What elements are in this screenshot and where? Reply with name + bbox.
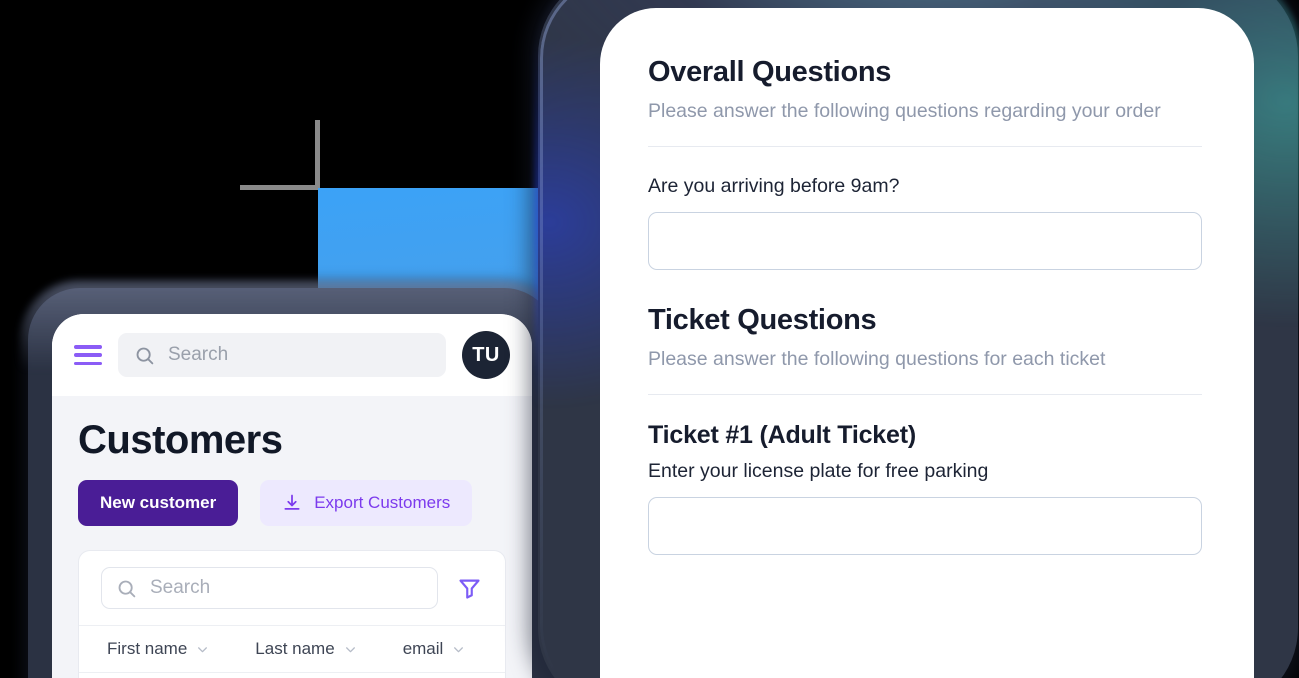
table-column-label: First name — [107, 639, 188, 658]
chevron-down-icon — [198, 646, 208, 652]
customers-actions: New customer Export Customers — [78, 480, 506, 526]
crosshair-marker — [240, 120, 320, 190]
ticket-1-heading: Ticket #1 (Adult Ticket) — [648, 421, 916, 450]
customers-screen: Search TU Customers New customer Export … — [52, 314, 532, 678]
customers-body: Customers New customer Export Customers — [52, 396, 532, 678]
search-icon — [118, 580, 136, 597]
table-header-row: First name Last name email — [79, 625, 505, 672]
overall-question-input[interactable] — [648, 212, 1202, 271]
hamburger-menu-icon[interactable] — [74, 345, 102, 365]
global-search-input[interactable]: Search — [118, 333, 446, 377]
phone-mockup-questions: Overall Questions Please answer the foll… — [534, 0, 1299, 678]
avatar[interactable]: TU — [462, 331, 510, 379]
customers-table: Search First name Last name email — [78, 550, 506, 678]
crosshair-vertical-line — [315, 120, 320, 190]
page-title: Customers — [78, 418, 283, 462]
section-divider — [648, 394, 1202, 396]
search-icon — [136, 347, 154, 364]
overall-questions-subtitle: Please answer the following questions re… — [648, 100, 1161, 122]
ticket-questions-subtitle: Please answer the following questions fo… — [648, 348, 1106, 371]
table-row — [79, 672, 505, 678]
phone-mockup-customers: Search TU Customers New customer Export … — [28, 288, 556, 678]
table-column-label: Last name — [255, 639, 335, 658]
overall-question-label: Are you arriving before 9am? — [648, 175, 900, 198]
ticket-questions-title: Ticket Questions — [648, 304, 877, 337]
filter-funnel-icon[interactable] — [456, 575, 483, 602]
customers-topbar: Search TU — [52, 314, 532, 396]
table-toolbar: Search — [79, 551, 505, 625]
chevron-down-icon — [345, 646, 355, 652]
table-column-last-name[interactable]: Last name — [255, 639, 356, 659]
table-column-first-name[interactable]: First name — [107, 639, 209, 659]
composition-stage: Search TU Customers New customer Export … — [0, 0, 1299, 678]
overall-questions-title: Overall Questions — [648, 56, 892, 88]
new-customer-button[interactable]: New customer — [78, 480, 239, 526]
table-search-input[interactable]: Search — [101, 567, 438, 609]
download-icon — [284, 494, 300, 510]
table-column-label: email — [402, 639, 444, 658]
ticket-1-question-label: Enter your license plate for free parkin… — [648, 460, 989, 483]
section-divider — [648, 146, 1202, 148]
export-customers-button[interactable]: Export Customers — [260, 480, 473, 526]
crosshair-horizontal-line — [240, 185, 320, 190]
questions-screen: Overall Questions Please answer the foll… — [600, 8, 1254, 678]
table-column-email[interactable]: email — [403, 639, 466, 659]
global-search-placeholder: Search — [168, 344, 229, 365]
ticket-1-license-plate-input[interactable] — [648, 497, 1202, 556]
chevron-down-icon — [454, 646, 464, 652]
export-customers-label: Export Customers — [314, 493, 451, 512]
table-search-placeholder: Search — [150, 577, 211, 598]
